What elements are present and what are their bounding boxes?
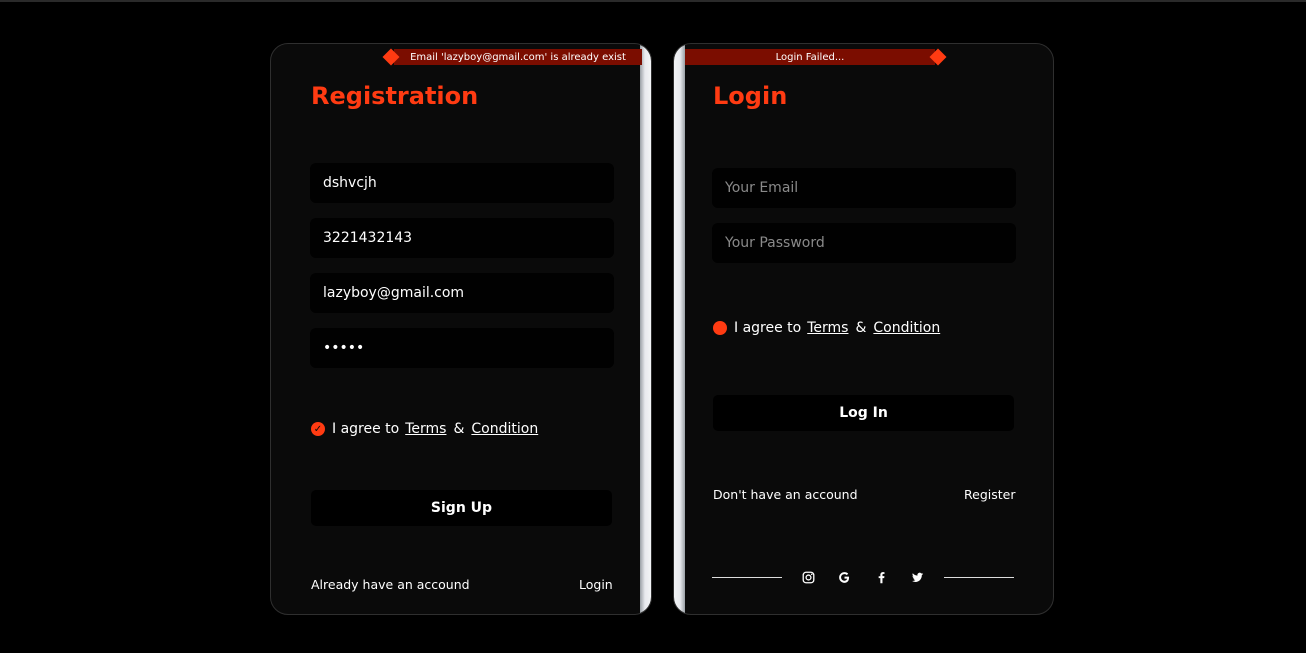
social-login-row <box>712 568 1014 586</box>
top-border <box>0 0 1306 2</box>
agree-checkbox[interactable]: ✓ <box>311 422 325 436</box>
card-edge-strip <box>640 44 651 614</box>
register-prompt: Don't have an accound <box>713 487 858 502</box>
agree-prefix: I agree to <box>332 421 400 437</box>
card-edge-strip <box>674 44 685 614</box>
sign-up-button[interactable]: Sign Up <box>311 490 612 526</box>
condition-link[interactable]: Condition <box>873 320 940 336</box>
agree-prefix: I agree to <box>734 320 802 336</box>
login-card: Login Failed... Login Your Email Your Pa… <box>673 43 1054 615</box>
google-icon[interactable] <box>837 569 853 585</box>
register-link[interactable]: Register <box>964 487 1015 502</box>
agree-checkbox[interactable] <box>713 321 727 335</box>
login-link[interactable]: Login <box>579 577 613 592</box>
toast-text: Login Failed... <box>775 51 845 63</box>
name-field[interactable]: dshvcjh <box>310 163 614 203</box>
facebook-icon[interactable] <box>873 569 889 585</box>
divider-left <box>712 576 782 578</box>
divider-right <box>944 576 1014 578</box>
agree-terms-row: ✓ I agree to Terms & Condition <box>311 421 544 437</box>
email-field[interactable]: lazyboy@gmail.com <box>310 273 614 313</box>
instagram-icon[interactable] <box>800 569 816 585</box>
page-title: Login <box>713 82 788 110</box>
twitter-icon[interactable] <box>910 569 926 585</box>
terms-link[interactable]: Terms <box>807 320 848 336</box>
agree-terms-row: I agree to Terms & Condition <box>713 320 946 336</box>
toast-text: Email 'lazyboy@gmail.com' is already exi… <box>410 51 626 63</box>
page-title: Registration <box>311 82 479 110</box>
log-in-button[interactable]: Log In <box>713 395 1014 431</box>
password-field[interactable]: ••••• <box>310 328 614 368</box>
phone-field[interactable]: 3221432143 <box>310 218 614 258</box>
ampersand: & <box>855 320 867 336</box>
email-input[interactable]: Your Email <box>712 168 1016 208</box>
ampersand: & <box>453 421 465 437</box>
password-input[interactable]: Your Password <box>712 223 1016 263</box>
toast-diamond-icon <box>929 48 947 66</box>
registration-card: Email 'lazyboy@gmail.com' is already exi… <box>270 43 652 615</box>
terms-link[interactable]: Terms <box>405 421 446 437</box>
login-error-toast: Login Failed... <box>685 48 947 66</box>
toast-diamond-icon <box>382 48 400 66</box>
registration-error-toast: Email 'lazyboy@gmail.com' is already exi… <box>382 48 642 66</box>
login-prompt: Already have an accound <box>311 577 470 592</box>
condition-link[interactable]: Condition <box>471 421 538 437</box>
